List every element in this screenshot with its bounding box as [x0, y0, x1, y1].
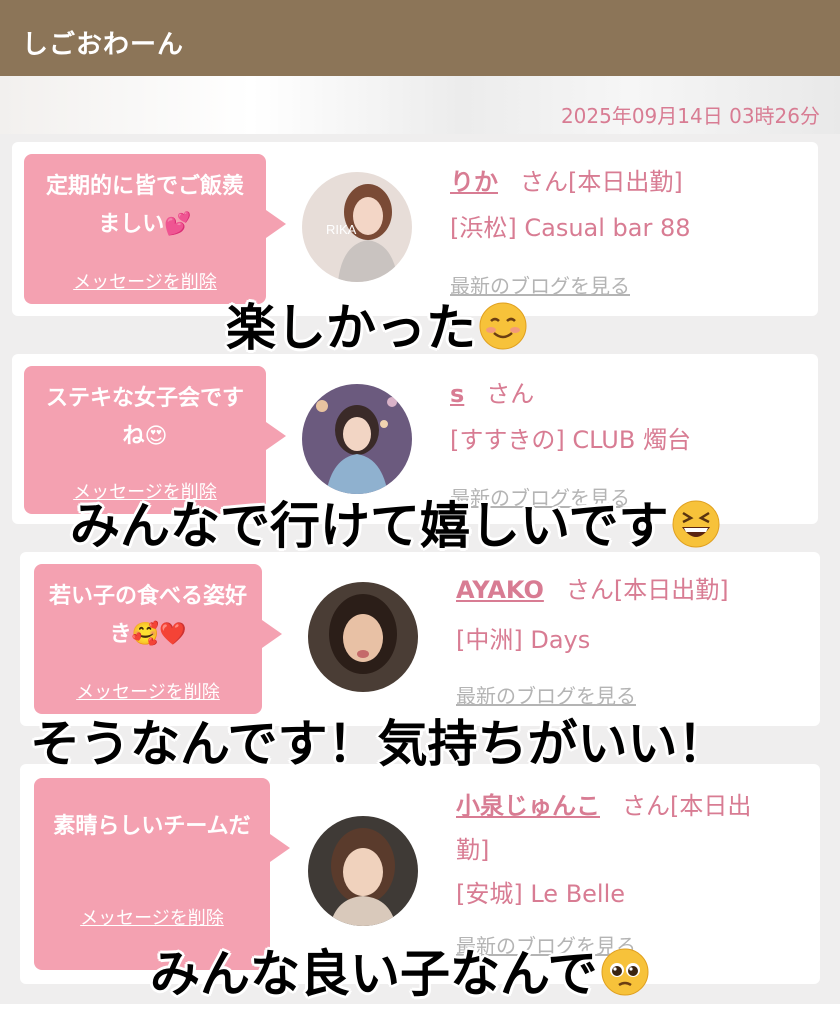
cast-status: さん	[486, 380, 535, 408]
caption-text: みんな良い子なんで	[150, 945, 598, 1003]
shop-info: [浜松] Casual bar 88	[450, 214, 691, 242]
grinning-squinting-face-icon	[671, 499, 721, 561]
cast-name-link[interactable]: 小泉じゅんこ	[456, 792, 600, 820]
cast-status: さん[本日出勤]	[565, 576, 729, 604]
caption-overlay: みんな良い子なんで	[150, 934, 650, 1009]
cast-status: さん[本日出勤]	[520, 168, 683, 196]
avatar[interactable]	[302, 384, 412, 494]
page-title: しごおわーん	[22, 30, 185, 60]
message-text: 素晴らしいチームだ	[53, 814, 251, 839]
cast-name-line: s さん	[450, 374, 534, 409]
header-bar: しごおわーん	[0, 0, 840, 76]
shop-info: [すすきの] CLUB 燭台	[450, 426, 691, 454]
message-bubble: 若い子の食べる姿好き🥰❤️ メッセージを削除	[34, 564, 282, 714]
avatar[interactable]: RIKA	[302, 172, 412, 282]
shop-info: [中洲] Days	[456, 626, 591, 654]
caption-overlay: 楽しかった	[226, 288, 528, 363]
cast-status: さん[本日出	[622, 792, 752, 820]
cast-status-continued: 勤]	[456, 836, 490, 864]
delete-message-button[interactable]: メッセージを削除	[34, 678, 262, 704]
message-text: 若い子の食べる姿好き🥰❤️	[48, 584, 247, 647]
avatar[interactable]	[308, 582, 418, 692]
caption-text: みんなで行けて嬉しいです	[70, 497, 669, 555]
cast-name-line: AYAKO さん[本日出勤]	[456, 570, 729, 605]
cast-name-line: 小泉じゅんこ さん[本日出	[456, 786, 751, 821]
pleading-face-icon	[600, 947, 650, 1009]
avatar[interactable]	[308, 816, 418, 926]
shop-info: [安城] Le Belle	[456, 880, 626, 908]
cast-name-link[interactable]: りか	[450, 168, 498, 196]
cast-name-line: りか さん[本日出勤]	[450, 162, 683, 197]
message-card: 若い子の食べる姿好き🥰❤️ メッセージを削除 AYAKO さん[本日出勤] [中洲…	[20, 552, 820, 726]
caption-text: 楽しかった	[226, 299, 476, 357]
delete-message-button[interactable]: メッセージを削除	[34, 904, 270, 930]
caption-text: そうなんです！気持ちがいい！	[30, 715, 728, 773]
cast-name-link[interactable]: AYAKO	[456, 576, 544, 604]
message-text: ステキな女子会ですね😍	[45, 386, 244, 449]
message-bubble: 定期的に皆でご飯羨ましい💕 メッセージを削除	[24, 154, 286, 304]
caption-overlay: そうなんです！気持ちがいい！	[30, 704, 728, 776]
smiling-face-icon	[478, 301, 528, 363]
svg-text:RIKA: RIKA	[326, 222, 357, 237]
cast-name-link[interactable]: s	[450, 380, 464, 408]
caption-overlay: みんなで行けて嬉しいです	[70, 486, 721, 561]
timestamp: 2025年09月14日 03時26分	[560, 104, 820, 128]
message-text: 定期的に皆でご飯羨ましい💕	[45, 174, 244, 237]
